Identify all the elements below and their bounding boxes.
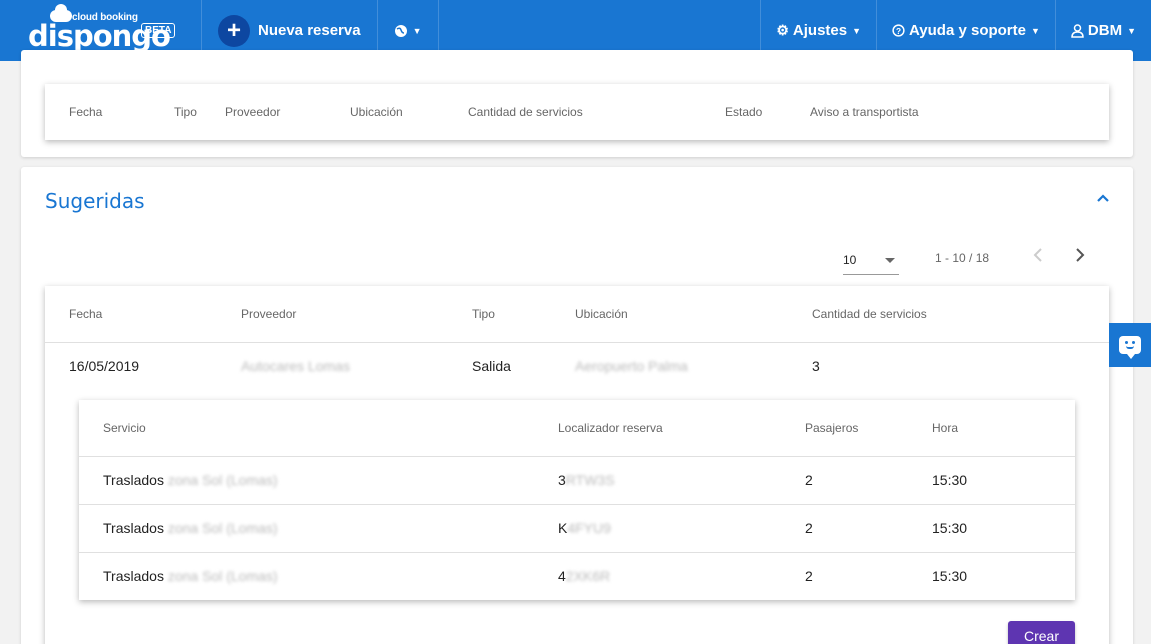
- globe-icon: [394, 24, 407, 37]
- cell-fecha: 16/05/2019: [69, 358, 140, 374]
- chat-widget-button[interactable]: [1109, 323, 1151, 367]
- gear-icon: ⚙: [776, 22, 789, 38]
- col-cantidad[interactable]: Cantidad de servicios: [468, 105, 583, 119]
- chevron-up-icon[interactable]: [1097, 189, 1109, 205]
- suggested-card: Sugeridas 10 1 - 10 / 18 Fecha Proveedor…: [21, 167, 1133, 644]
- col-tipo[interactable]: Tipo: [472, 307, 495, 321]
- col-ubicacion[interactable]: Ubicación: [350, 105, 403, 119]
- col-aviso[interactable]: Aviso a transportista: [810, 105, 919, 119]
- create-button[interactable]: Crear: [1008, 621, 1075, 644]
- question-circle-icon: ?: [892, 24, 905, 37]
- next-page-button[interactable]: [1075, 247, 1085, 268]
- chevron-down-icon: ▼: [852, 25, 862, 36]
- cell-ubicacion: Aeropuerto Palma: [575, 358, 688, 374]
- cell-localizador: 3RTW3S: [558, 472, 615, 488]
- page-size-select[interactable]: 10: [843, 253, 899, 275]
- cell-servicio: Traslados zona Sol (Lomas): [103, 520, 278, 536]
- cloud-icon: [50, 4, 72, 22]
- chevron-down-icon: ▼: [1127, 25, 1136, 36]
- user-label: DBM: [1087, 22, 1123, 39]
- col-proveedor[interactable]: Proveedor: [241, 307, 296, 321]
- col-hora[interactable]: Hora: [932, 421, 958, 435]
- settings-label: Ajustes: [792, 22, 848, 39]
- cell-proveedor: Autocares Lomas: [241, 358, 350, 374]
- section-title: Sugeridas: [45, 189, 145, 213]
- cell-servicio: Traslados zona Sol (Lomas): [103, 472, 278, 488]
- bookings-card: Fecha Tipo Proveedor Ubicación Cantidad …: [21, 50, 1133, 157]
- page-size-value: 10: [843, 253, 857, 267]
- dropdown-arrow-icon: [885, 258, 895, 263]
- col-cantidad[interactable]: Cantidad de servicios: [812, 307, 927, 321]
- cell-tipo: Salida: [472, 358, 511, 374]
- cell-hora: 15:30: [932, 568, 968, 584]
- cell-hora: 15:30: [932, 520, 968, 536]
- col-tipo[interactable]: Tipo: [174, 105, 197, 119]
- table-row[interactable]: Traslados zona Sol (Lomas) 3RTW3S 2 15:3…: [79, 457, 1075, 505]
- help-label: Ayuda y soporte: [909, 22, 1026, 39]
- beta-badge: BETA: [141, 23, 176, 38]
- col-localizador[interactable]: Localizador reserva: [558, 421, 663, 435]
- chevron-down-icon: ▼: [412, 25, 422, 36]
- cell-localizador: 42XK6R: [558, 568, 611, 584]
- cell-pasajeros: 2: [805, 520, 813, 536]
- table-row[interactable]: Traslados zona Sol (Lomas) 42XK6R 2 15:3…: [79, 553, 1075, 600]
- cell-pasajeros: 2: [805, 568, 813, 584]
- services-detail-table: Servicio Localizador reserva Pasajeros H…: [79, 400, 1075, 600]
- svg-text:?: ?: [896, 26, 901, 36]
- col-proveedor[interactable]: Proveedor: [225, 105, 280, 119]
- col-servicio[interactable]: Servicio: [103, 421, 146, 435]
- new-booking-label: Nueva reserva: [258, 22, 361, 39]
- pagination-range: 1 - 10 / 18: [935, 251, 990, 265]
- col-fecha[interactable]: Fecha: [69, 307, 102, 321]
- col-fecha[interactable]: Fecha: [69, 105, 102, 119]
- cell-cantidad: 3: [812, 358, 820, 374]
- cell-hora: 15:30: [932, 472, 968, 488]
- col-estado[interactable]: Estado: [725, 105, 762, 119]
- col-pasajeros[interactable]: Pasajeros: [805, 421, 858, 435]
- table-row[interactable]: 16/05/2019 Autocares Lomas Salida Aeropu…: [45, 343, 1109, 391]
- table-row[interactable]: Traslados zona Sol (Lomas) K4FYU9 2 15:3…: [79, 505, 1075, 553]
- plus-icon: +: [218, 14, 250, 47]
- col-ubicacion[interactable]: Ubicación: [575, 307, 628, 321]
- cell-localizador: K4FYU9: [558, 520, 611, 536]
- cell-pasajeros: 2: [805, 472, 813, 488]
- prev-page-button[interactable]: [1033, 247, 1043, 268]
- bookings-table: Fecha Tipo Proveedor Ubicación Cantidad …: [45, 84, 1109, 140]
- chat-icon: [1119, 336, 1141, 359]
- chevron-down-icon: ▼: [1030, 25, 1040, 36]
- user-icon: [1071, 23, 1084, 38]
- cell-servicio: Traslados zona Sol (Lomas): [103, 568, 278, 584]
- brand-tagline: cloud booking: [72, 12, 138, 23]
